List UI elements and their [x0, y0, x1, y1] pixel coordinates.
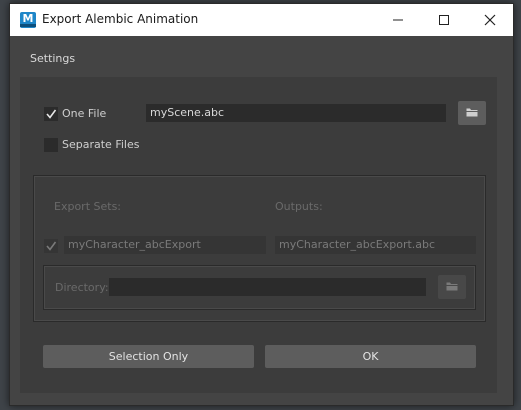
maya-app-icon: M: [20, 12, 36, 28]
close-button[interactable]: [467, 4, 513, 36]
window-title: Export Alembic Animation: [42, 12, 199, 26]
ok-button[interactable]: OK: [265, 345, 476, 368]
maximize-icon: [439, 15, 449, 25]
directory-field[interactable]: [109, 278, 426, 296]
minimize-icon: [393, 19, 403, 21]
export-set-checkbox[interactable]: [44, 239, 58, 253]
settings-menu[interactable]: Settings: [30, 52, 75, 65]
one-file-filename-field[interactable]: myScene.abc: [146, 104, 446, 122]
checkmark-icon: [46, 109, 57, 119]
directory-label: Directory:: [55, 281, 109, 294]
export-sets-label: Export Sets:: [54, 200, 122, 213]
checkmark-icon: [46, 241, 57, 251]
browse-directory-button[interactable]: [438, 275, 466, 299]
separate-files-label[interactable]: Separate Files: [62, 138, 139, 151]
selection-only-button[interactable]: Selection Only: [43, 345, 254, 368]
separate-files-group: Export Sets: Outputs: myCharacter_abcExp…: [33, 175, 486, 322]
settings-panel: One File myScene.abc Separate Files Expo…: [20, 77, 497, 393]
menu-bar: Settings: [10, 36, 513, 76]
one-file-checkbox[interactable]: [44, 107, 58, 121]
outputs-label: Outputs:: [275, 200, 323, 213]
title-bar[interactable]: M Export Alembic Animation: [10, 4, 513, 36]
browse-file-button[interactable]: [458, 101, 486, 125]
directory-group: Directory:: [43, 265, 476, 310]
folder-icon: [446, 282, 458, 291]
maximize-button[interactable]: [421, 4, 467, 36]
output-file-field[interactable]: myCharacter_abcExport.abc: [275, 236, 476, 254]
folder-icon: [466, 108, 478, 117]
export-set-name-field[interactable]: myCharacter_abcExport: [64, 236, 266, 254]
minimize-button[interactable]: [375, 4, 421, 36]
export-alembic-dialog: M Export Alembic Animation Settings One …: [9, 3, 514, 406]
separate-files-checkbox[interactable]: [44, 138, 58, 152]
close-icon: [484, 14, 496, 26]
one-file-label[interactable]: One File: [62, 107, 106, 120]
